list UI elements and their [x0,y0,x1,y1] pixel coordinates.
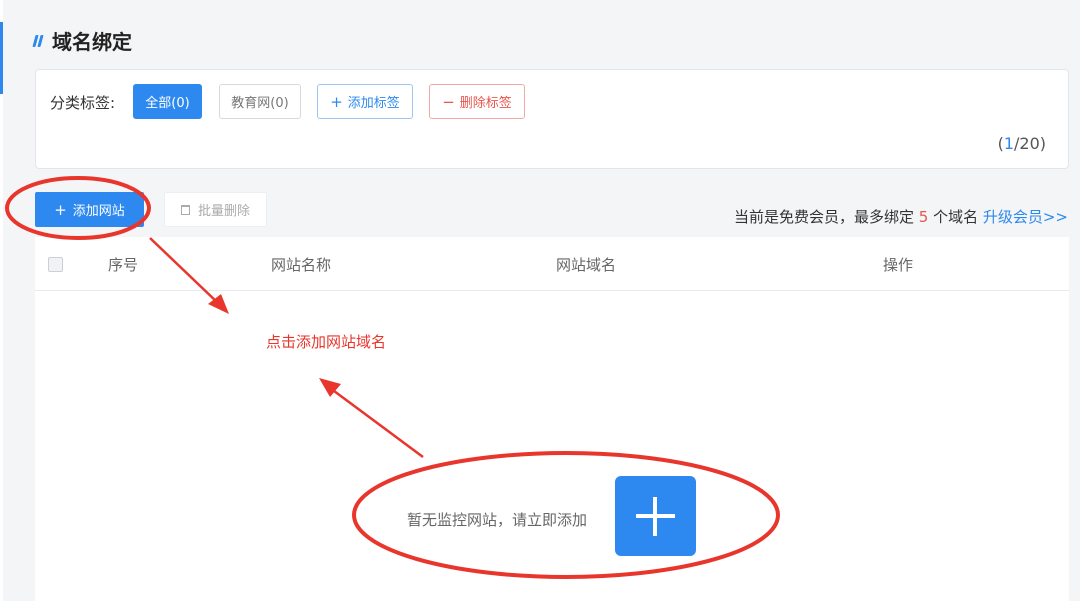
upgrade-link[interactable]: 升级会员>> [983,208,1068,226]
add-tag-button[interactable]: + 添加标签 [317,84,413,119]
table-header: 序号 网站名称 网站域名 操作 [35,237,1069,291]
column-header-site-name: 网站名称 [271,256,332,274]
empty-state-text: 暂无监控网站，请立即添加 [407,511,588,529]
batch-delete-label: 批量删除 [197,204,250,219]
add-site-label: 添加网站 [72,204,125,219]
page-header: 域名绑定 [32,26,132,55]
plus-icon: + [330,92,343,111]
page-title: 域名绑定 [52,30,132,54]
membership-prefix: 当前是免费会员，最多绑定 [733,208,914,226]
select-all-checkbox[interactable] [48,257,63,272]
column-header-domain: 网站域名 [556,256,617,274]
tag-filter-panel: 分类标签: 全部(0) 教育网(0) + 添加标签 − 删除标签 (1/20) [35,69,1069,169]
pager-total: /20) [1014,134,1046,153]
tag-pager: (1/20) [998,134,1046,153]
delete-tag-button[interactable]: − 删除标签 [429,84,525,119]
trash-icon [180,204,190,215]
tag-edu-label: 教育网(0) [231,96,289,111]
add-tag-label: 添加标签 [347,96,400,111]
column-header-seq: 序号 [108,256,139,274]
title-marker-icon [32,34,46,48]
tag-all-button[interactable]: 全部(0) [133,84,202,119]
annotation-text: 点击添加网站域名 [266,333,387,351]
add-site-button[interactable]: + 添加网站 [35,192,144,227]
empty-add-site-button[interactable] [615,476,696,556]
tag-label: 分类标签: [50,94,116,112]
sidebar-active-indicator [0,22,3,94]
membership-info: 当前是免费会员，最多绑定 5 个域名 升级会员>> [734,206,1068,227]
pager-current: 1 [1003,134,1014,153]
tag-edu-button[interactable]: 教育网(0) [219,84,301,119]
membership-suffix: 个域名 [933,208,979,226]
minus-icon: − [442,92,455,111]
site-table: 序号 网站名称 网站域名 操作 暂无监控网站，请立即添加 [35,237,1069,601]
delete-tag-label: 删除标签 [459,96,512,111]
tag-all-label: 全部(0) [145,96,190,111]
batch-delete-button[interactable]: 批量删除 [164,192,267,227]
domain-limit: 5 [918,208,929,226]
column-header-actions: 操作 [883,256,914,274]
plus-icon: + [54,200,67,219]
